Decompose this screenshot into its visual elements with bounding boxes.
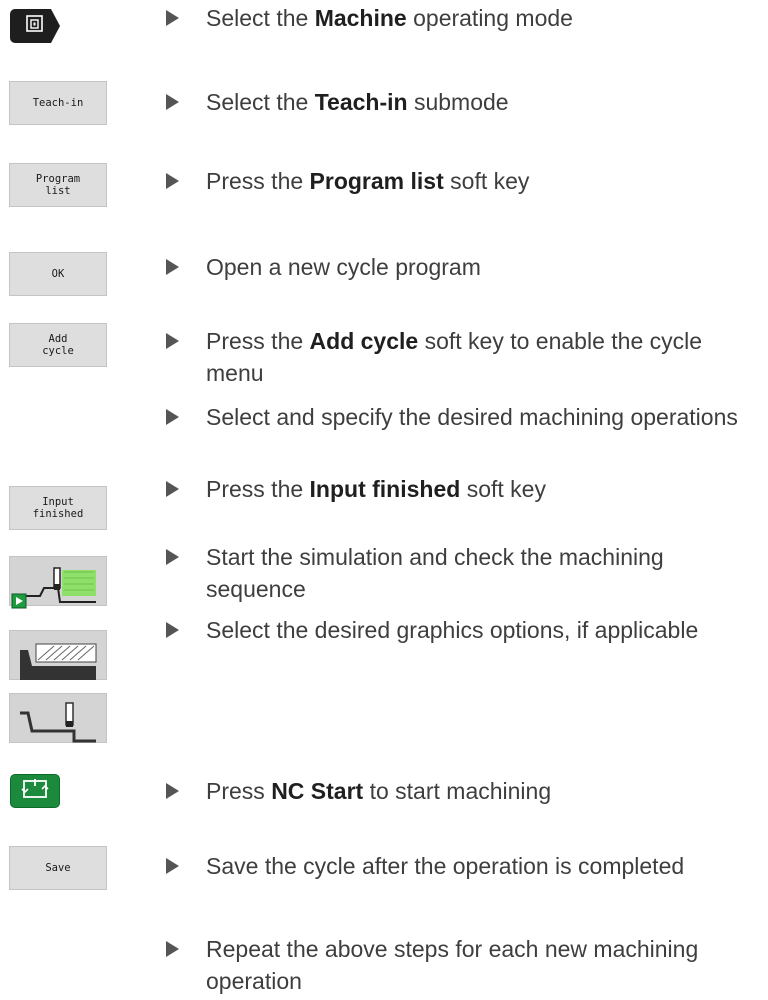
program-list-softkey[interactable]: Program list bbox=[9, 163, 107, 207]
bullet-arrow-icon bbox=[166, 259, 179, 275]
bullet-arrow-icon bbox=[166, 173, 179, 189]
step-start-simulation: Start the simulation and check the machi… bbox=[166, 541, 764, 605]
bullet-arrow-icon bbox=[166, 481, 179, 497]
nc-start-key[interactable] bbox=[10, 774, 60, 808]
bullet-arrow-icon bbox=[166, 858, 179, 874]
step-select-machine-mode: Select the Machine operating mode bbox=[166, 2, 764, 34]
ok-softkey[interactable]: OK bbox=[9, 252, 107, 296]
graphics-contour-softkey[interactable] bbox=[9, 630, 107, 680]
add-cycle-softkey[interactable]: Add cycle bbox=[9, 323, 107, 367]
bullet-arrow-icon bbox=[166, 333, 179, 349]
save-softkey[interactable]: Save bbox=[9, 846, 107, 890]
step-graphics-options: Select the desired graphics options, if … bbox=[166, 614, 764, 646]
step-select-teach-in: Select the Teach-in submode bbox=[166, 86, 764, 118]
bullet-arrow-icon bbox=[166, 783, 179, 799]
bullet-arrow-icon bbox=[166, 409, 179, 425]
machine-mode-key[interactable] bbox=[10, 9, 60, 43]
step-save-cycle: Save the cycle after the operation is co… bbox=[166, 850, 764, 882]
machine-mode-key-icon bbox=[25, 14, 45, 39]
step-nc-start: Press NC Start to start machining bbox=[166, 775, 764, 807]
teach-in-softkey[interactable]: Teach-in bbox=[9, 81, 107, 125]
input-finished-softkey[interactable]: Input finished bbox=[9, 486, 107, 530]
step-program-list: Press the Program list soft key bbox=[166, 165, 764, 197]
simulation-softkey[interactable] bbox=[9, 556, 107, 608]
step-input-finished: Press the Input finished soft key bbox=[166, 473, 764, 505]
nc-start-key-icon bbox=[20, 778, 50, 805]
bullet-arrow-icon bbox=[166, 941, 179, 957]
graphics-tool-softkey-icon bbox=[10, 687, 106, 750]
bullet-arrow-icon bbox=[166, 549, 179, 565]
step-repeat: Repeat the above steps for each new mach… bbox=[166, 933, 764, 997]
step-open-cycle-program: Open a new cycle program bbox=[166, 251, 764, 283]
step-specify-operations: Select and specify the desired machining… bbox=[166, 401, 764, 433]
bullet-arrow-icon bbox=[166, 94, 179, 110]
graphics-contour-softkey-icon bbox=[10, 624, 106, 687]
graphics-tool-softkey[interactable] bbox=[9, 693, 107, 743]
bullet-arrow-icon bbox=[166, 10, 179, 26]
simulation-softkey-icon bbox=[10, 550, 106, 613]
bullet-arrow-icon bbox=[166, 622, 179, 638]
step-add-cycle: Press the Add cycle soft key to enable t… bbox=[166, 325, 764, 389]
